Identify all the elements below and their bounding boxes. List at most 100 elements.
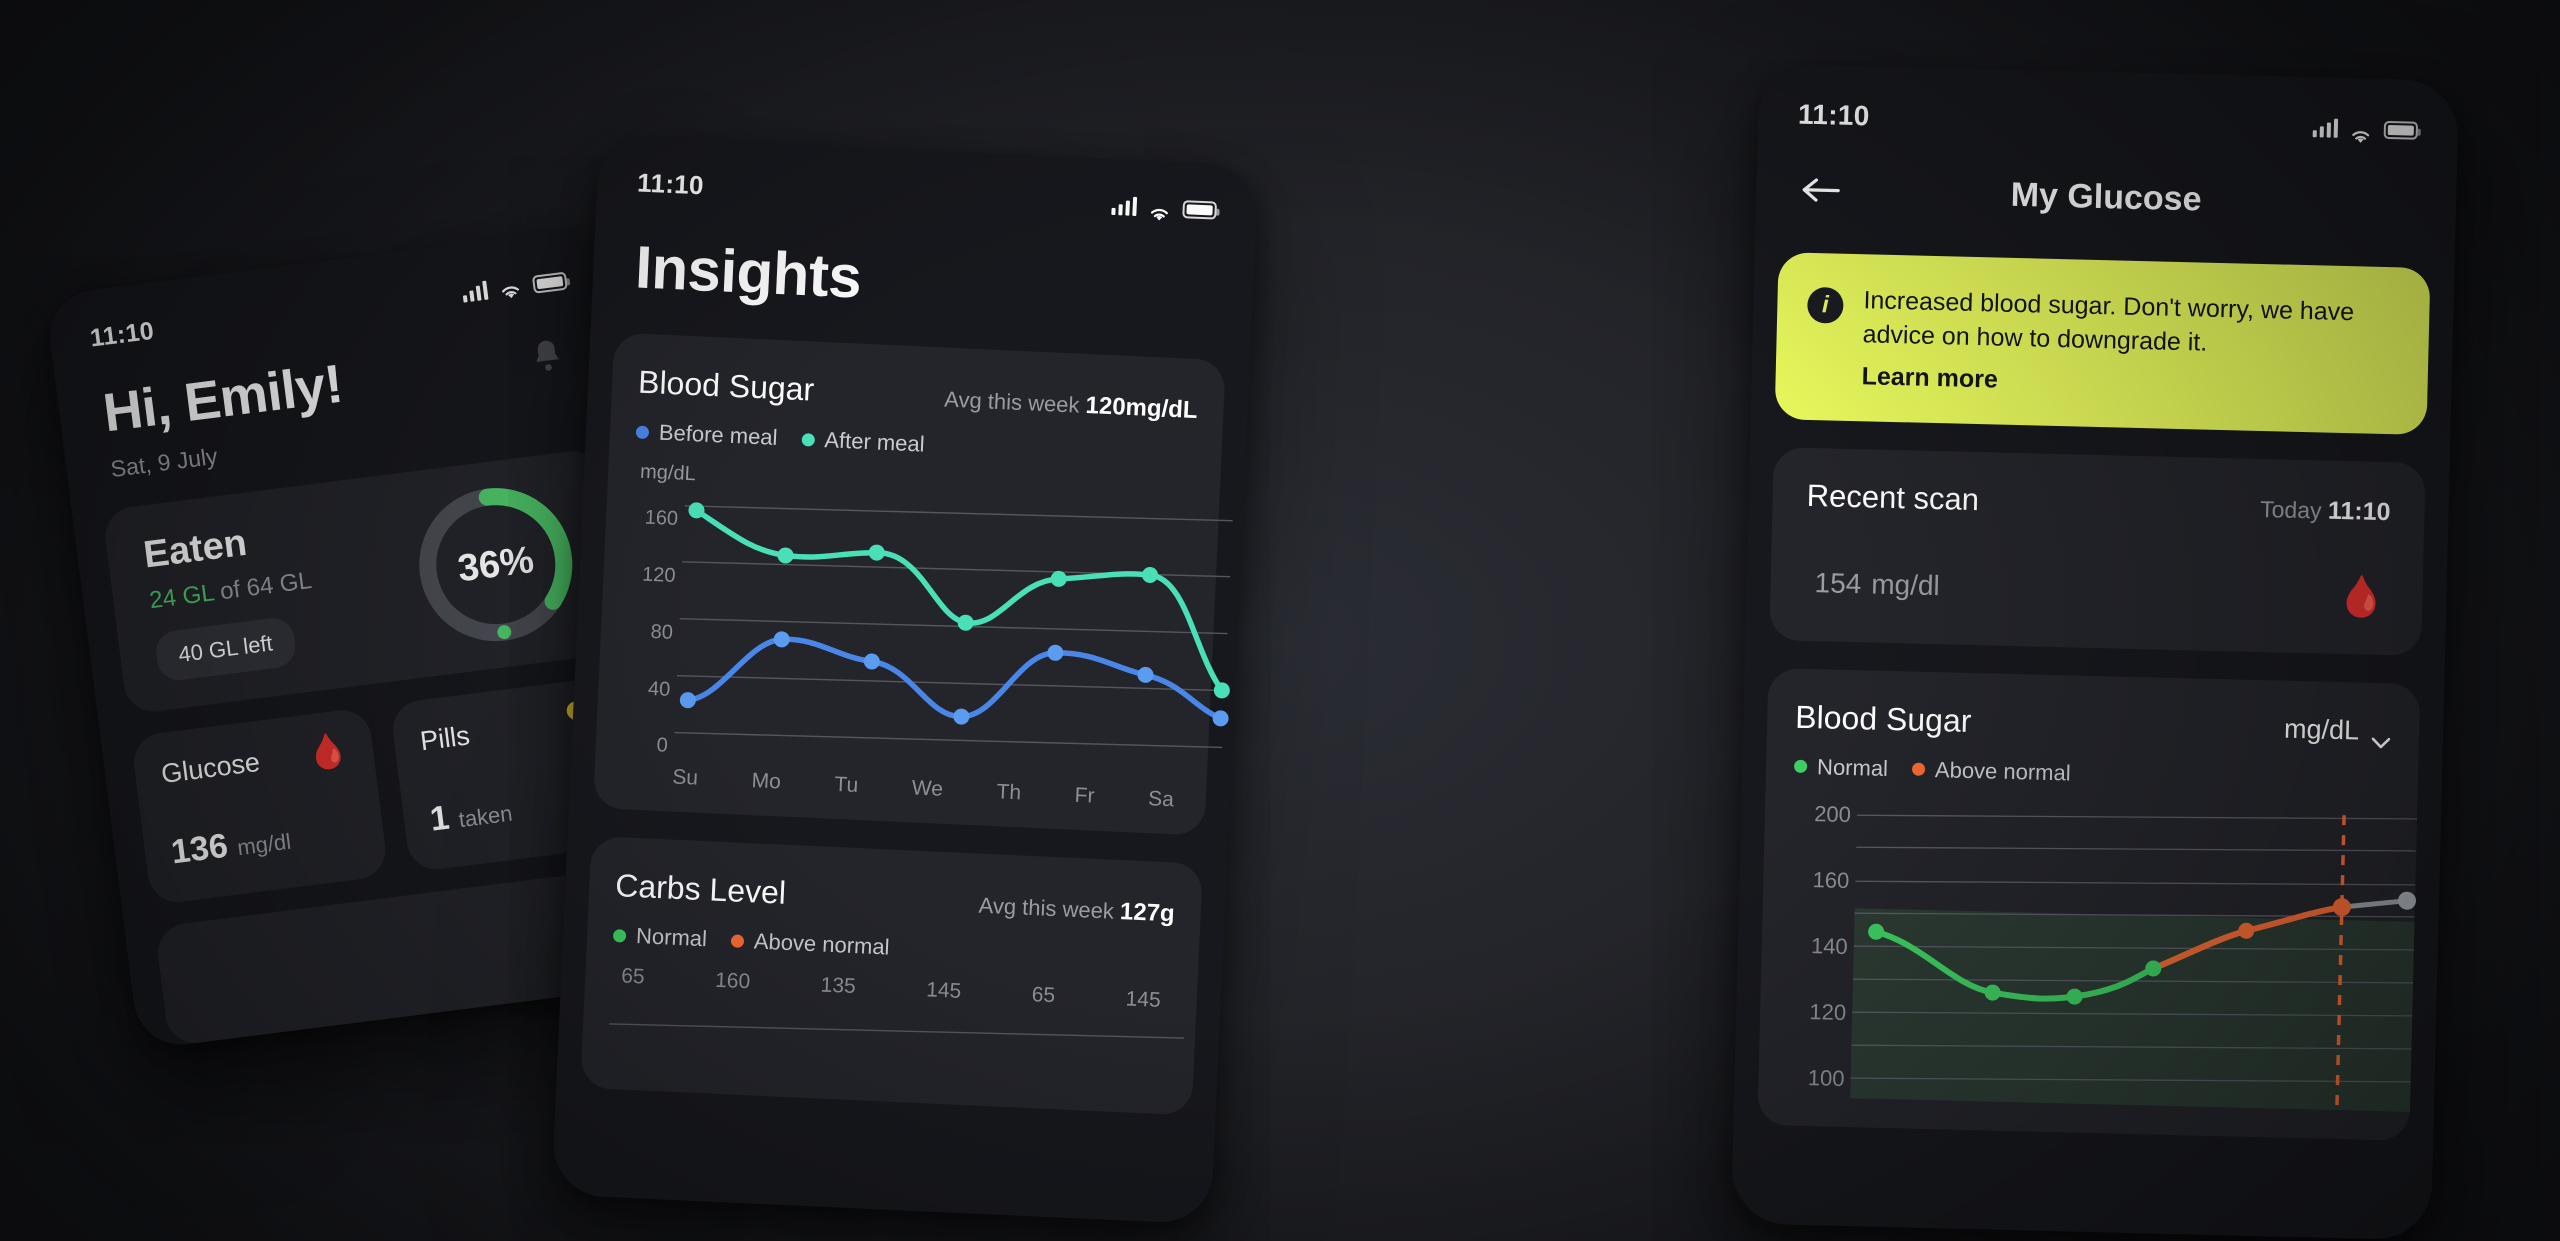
average-value: 120mg/dL bbox=[1084, 391, 1199, 424]
card-header: Blood Sugar Avg this week 120mg/dL bbox=[637, 364, 1198, 426]
blood-sugar-svg bbox=[674, 502, 1233, 749]
phone-insights: 11:10 Insights Blood Sugar Avg this week… bbox=[551, 135, 1259, 1225]
status-time: 11:10 bbox=[636, 167, 705, 201]
unit-label: mg/dL bbox=[2283, 713, 2360, 745]
nav-bar: My Glucose bbox=[1800, 167, 2413, 228]
x-tick: Mo bbox=[751, 769, 782, 794]
alert-message: Increased blood sugar. Don't worry, we h… bbox=[1862, 286, 2355, 357]
legend-dot-icon bbox=[730, 933, 745, 948]
wifi-icon bbox=[497, 277, 523, 298]
status-time: 11:10 bbox=[1797, 98, 1870, 132]
carbs-value: 160 bbox=[714, 968, 751, 994]
scene: 11:10 Hi, Emily! Sat, 9 July Eaten 24 GL… bbox=[0, 0, 2560, 1241]
wifi-icon bbox=[1147, 198, 1172, 221]
card-header: Carbs Level Avg this week 127g bbox=[615, 867, 1176, 929]
eaten-goal: of 64 GL bbox=[211, 566, 314, 606]
status-icons bbox=[461, 269, 568, 303]
x-tick: Fr bbox=[1074, 783, 1096, 808]
wifi-icon bbox=[2349, 120, 2373, 143]
blood-drop-icon: 🩸 bbox=[2336, 574, 2387, 620]
card-title: Blood Sugar bbox=[1794, 698, 1972, 739]
learn-more-link[interactable]: Learn more bbox=[1861, 362, 2396, 404]
eaten-left-badge: 40 GL left bbox=[153, 615, 298, 683]
legend-dot-icon bbox=[635, 425, 650, 439]
chevron-down-icon bbox=[2371, 725, 2391, 749]
legend-item-before-meal: Before meal bbox=[635, 419, 778, 451]
battery-icon bbox=[1182, 199, 1218, 220]
eaten-progress-ring: 36% bbox=[404, 473, 587, 656]
status-icons bbox=[1111, 194, 1218, 221]
tile-value: 136 mg/dl bbox=[168, 826, 293, 872]
carbs-level-card[interactable]: Carbs Level Avg this week 127g Normal Ab… bbox=[580, 835, 1203, 1116]
x-tick: Su bbox=[671, 765, 699, 790]
cellular-bars-icon bbox=[2312, 117, 2339, 138]
blood-sugar-chart-card[interactable]: Blood Sugar mg/dL Normal Above normal 20… bbox=[1757, 667, 2421, 1141]
glucose-svg bbox=[1850, 814, 2418, 1115]
legend-item-normal: Normal bbox=[1793, 753, 1889, 781]
blood-sugar-card[interactable]: Blood Sugar Avg this week 120mg/dL Befor… bbox=[592, 332, 1233, 836]
average-label: Avg this week bbox=[978, 892, 1115, 924]
bell-icon[interactable] bbox=[528, 336, 566, 376]
status-bar: 11:10 bbox=[1758, 98, 2459, 147]
alert-banner[interactable]: i Increased blood sugar. Don't worry, we… bbox=[1774, 252, 2431, 435]
average-label: Avg this week bbox=[943, 386, 1081, 418]
y-axis-labels: 160 120 80 40 0 bbox=[641, 506, 679, 757]
battery-icon bbox=[2383, 120, 2419, 140]
carbs-value: 135 bbox=[820, 973, 857, 999]
card-average: Avg this week 120mg/dL bbox=[943, 386, 1199, 425]
eaten-card[interactable]: Eaten 24 GL of 64 GL 40 GL left 36% bbox=[101, 447, 624, 715]
glucose-plot: 200 160 140 120 100 bbox=[1786, 800, 2418, 1115]
chart-legend: Before meal After meal bbox=[635, 419, 1196, 470]
x-tick: Th bbox=[996, 780, 1022, 805]
legend-label: Normal bbox=[635, 923, 708, 952]
blood-drop-icon: 🩸 bbox=[304, 730, 352, 774]
page-title: My Glucose bbox=[2010, 175, 2202, 218]
y-axis-labels: 200 160 140 120 100 bbox=[1807, 800, 1852, 1091]
x-tick: Sa bbox=[1147, 787, 1175, 812]
card-title: Recent scan bbox=[1806, 477, 1980, 517]
tile-value: 1 taken bbox=[427, 798, 514, 839]
scan-value: 154 mg/dl bbox=[1804, 535, 2390, 620]
scan-unit: mg/dl bbox=[1870, 568, 1941, 601]
x-tick: We bbox=[911, 776, 944, 801]
legend-dot-icon bbox=[612, 928, 627, 943]
carbs-value: 145 bbox=[1125, 987, 1162, 1012]
blood-sugar-plot: 160 120 80 40 0 bbox=[621, 485, 1233, 780]
recent-scan-card[interactable]: Recent scan Today 11:10 154 mg/dl 🩸 bbox=[1769, 446, 2426, 656]
info-icon: i bbox=[1806, 286, 1844, 324]
eaten-consumed: 24 GL bbox=[147, 578, 216, 614]
status-time: 11:10 bbox=[88, 316, 156, 353]
scan-day: Today bbox=[2259, 495, 2322, 523]
legend-item-after-meal: After meal bbox=[801, 426, 925, 458]
chart-legend: Normal Above normal bbox=[1793, 753, 2390, 794]
page-title: Insights bbox=[633, 233, 863, 311]
status-bar: 11:10 bbox=[597, 166, 1258, 227]
card-title: Carbs Level bbox=[614, 867, 787, 911]
status-icons bbox=[2312, 117, 2419, 143]
card-average: Avg this week 127g bbox=[978, 892, 1175, 929]
scan-time: 11:10 bbox=[2327, 496, 2391, 526]
eaten-title: Eaten bbox=[141, 521, 250, 577]
eaten-info: Eaten 24 GL of 64 GL 40 GL left bbox=[141, 514, 322, 683]
tile-glucose[interactable]: Glucose 🩸 136 mg/dl bbox=[130, 706, 389, 906]
legend-dot-icon bbox=[1793, 759, 1808, 773]
eaten-percent: 36% bbox=[455, 538, 537, 590]
card-header: Blood Sugar mg/dL bbox=[1795, 698, 2392, 750]
legend-item-above-normal: Above normal bbox=[1911, 756, 2071, 786]
carbs-value: 145 bbox=[925, 978, 962, 1003]
carbs-value: 65 bbox=[1031, 983, 1056, 1008]
legend-label: Normal bbox=[1816, 753, 1889, 781]
phone-my-glucose: 11:10 My Glucose i Increased blood sugar… bbox=[1730, 63, 2460, 1241]
carbs-plot bbox=[609, 1023, 1185, 1039]
card-title: Blood Sugar bbox=[637, 363, 816, 408]
battery-icon bbox=[531, 271, 568, 294]
legend-label: After meal bbox=[823, 427, 926, 457]
alert-body: Increased blood sugar. Don't worry, we h… bbox=[1861, 284, 2397, 404]
legend-item-normal: Normal bbox=[612, 922, 708, 952]
cellular-bars-icon bbox=[1111, 194, 1138, 216]
legend-label: Before meal bbox=[658, 419, 779, 450]
unit-selector[interactable]: mg/dL bbox=[2283, 713, 2392, 749]
x-tick: Tu bbox=[833, 772, 859, 797]
legend-dot-icon bbox=[1911, 762, 1926, 776]
cellular-bars-icon bbox=[461, 279, 489, 303]
